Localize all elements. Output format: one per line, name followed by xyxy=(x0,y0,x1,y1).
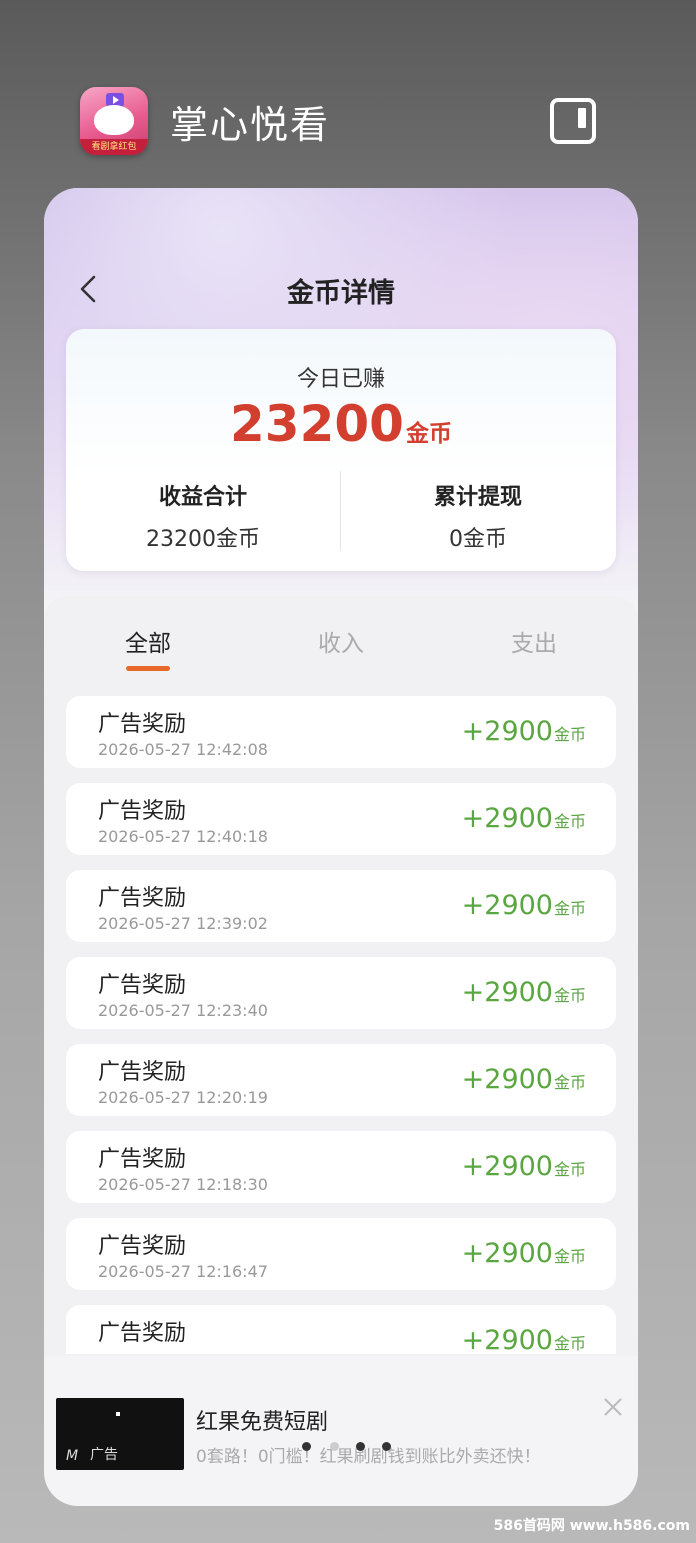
transaction-amount-value: +2900 xyxy=(461,716,553,747)
transaction-time: 2026-05-27 12:18:30 xyxy=(98,1175,268,1194)
transaction-row[interactable]: 广告奖励 2026-05-27 12:40:18 +2900金币 xyxy=(66,783,616,855)
pager-dot xyxy=(356,1442,365,1451)
transaction-amount-unit: 金币 xyxy=(553,812,586,831)
today-earned-number: 23200 xyxy=(230,395,404,453)
app-icon[interactable]: 看剧拿红包 xyxy=(80,87,148,155)
transaction-row[interactable]: 广告奖励 2026-05-27 12:18:30 +2900金币 xyxy=(66,1131,616,1203)
transaction-amount: +2900金币 xyxy=(462,890,586,921)
transactions-panel: 全部 收入 支出 广告奖励 2026-05-27 12:42:08 +2900金… xyxy=(44,596,638,1356)
transaction-amount-unit: 金币 xyxy=(553,1073,586,1092)
transaction-amount-unit: 金币 xyxy=(553,1160,586,1179)
transaction-amount-unit: 金币 xyxy=(553,899,586,918)
transaction-amount: +2900金币 xyxy=(462,803,586,834)
tab-expense[interactable]: 支出 xyxy=(474,624,594,658)
transaction-time: 2026-05-27 12:23:40 xyxy=(98,1001,268,1020)
chevron-left-icon[interactable] xyxy=(74,274,104,304)
transaction-title: 广告奖励 xyxy=(98,1234,187,1259)
transaction-row[interactable]: 广告奖励 2026-05-27 12:42:08 +2900金币 xyxy=(66,696,616,768)
transaction-row[interactable]: 广告奖励 2026-05-27 12:39:02 +2900金币 xyxy=(66,870,616,942)
filter-tabs: 全部 收入 支出 xyxy=(44,624,638,684)
watermark: 586首码网 www.h586.com xyxy=(493,1518,690,1534)
ad-pager xyxy=(302,1442,392,1452)
transaction-time: 2026-05-27 12:20:19 xyxy=(98,1088,268,1107)
tab-all[interactable]: 全部 xyxy=(88,624,208,658)
transaction-amount-value: +2900 xyxy=(461,1325,553,1354)
total-earnings-label: 收益合计 xyxy=(158,485,247,510)
transaction-list[interactable]: 广告奖励 2026-05-27 12:42:08 +2900金币 广告奖励 20… xyxy=(66,696,616,1354)
transaction-amount-value: +2900 xyxy=(461,977,553,1008)
nav-bar: 金币详情 xyxy=(44,260,638,320)
total-withdrawn-value: 0金币 xyxy=(449,527,507,552)
transaction-amount: +2900金币 xyxy=(462,1064,586,1095)
window-icon[interactable] xyxy=(550,98,596,144)
transaction-title: 广告奖励 xyxy=(98,1060,187,1085)
close-icon[interactable] xyxy=(600,1394,626,1420)
transaction-amount-value: +2900 xyxy=(461,1151,553,1182)
transaction-amount-unit: 金币 xyxy=(553,986,586,1005)
today-earned-unit: 金币 xyxy=(405,421,452,447)
transaction-amount-value: +2900 xyxy=(461,890,553,921)
total-withdrawn-label: 累计提现 xyxy=(433,485,522,510)
ad-thumbnail-dot xyxy=(116,1412,120,1416)
ad-banner[interactable]: M 广告 红果免费短剧 0套路！0门槛！红果刷剧钱到账比外卖还快！ xyxy=(44,1370,638,1490)
transaction-title: 广告奖励 xyxy=(98,712,187,737)
transaction-amount-value: +2900 xyxy=(461,803,553,834)
ad-title: 红果免费短剧 xyxy=(196,1410,329,1435)
mascot-face xyxy=(94,105,134,135)
total-earnings-value: 23200金币 xyxy=(146,527,260,552)
transaction-title: 广告奖励 xyxy=(98,973,187,998)
transaction-amount-value: +2900 xyxy=(461,1064,553,1095)
transaction-amount: +2900金币 xyxy=(462,716,586,747)
transaction-amount-value: +2900 xyxy=(461,1238,553,1269)
ad-logo-icon: M xyxy=(66,1448,79,1464)
transaction-row[interactable]: 广告奖励 +2900金币 xyxy=(66,1305,616,1354)
transaction-amount-unit: 金币 xyxy=(553,725,586,744)
transaction-row[interactable]: 广告奖励 2026-05-27 12:23:40 +2900金币 xyxy=(66,957,616,1029)
transaction-time: 2026-05-27 12:40:18 xyxy=(98,827,268,846)
app-window-card[interactable]: 金币详情 今日已赚 23200金币 收益合计 23200金币 累计提现 0金币 … xyxy=(44,188,638,1506)
page-title: 金币详情 xyxy=(287,277,395,309)
ad-thumbnail[interactable]: M 广告 xyxy=(56,1398,184,1470)
total-withdrawn: 累计提现 0金币 xyxy=(341,479,615,553)
transaction-amount-unit: 金币 xyxy=(553,1334,586,1353)
app-name: 掌心悦看 xyxy=(170,102,331,147)
transaction-amount: +2900金币 xyxy=(462,1325,586,1354)
transaction-row[interactable]: 广告奖励 2026-05-27 12:20:19 +2900金币 xyxy=(66,1044,616,1116)
transaction-title: 广告奖励 xyxy=(98,1321,187,1346)
app-icon-badge: 看剧拿红包 xyxy=(80,139,148,155)
transaction-row[interactable]: 广告奖励 2026-05-27 12:16:47 +2900金币 xyxy=(66,1218,616,1290)
today-earned-label: 今日已赚 xyxy=(296,367,385,392)
tab-active-indicator xyxy=(126,666,170,671)
transaction-time: 2026-05-27 12:39:02 xyxy=(98,914,268,933)
earnings-summary: 今日已赚 23200金币 收益合计 23200金币 累计提现 0金币 xyxy=(66,329,616,571)
today-earned-value: 23200金币 xyxy=(66,395,616,453)
pager-dot xyxy=(330,1442,339,1451)
transaction-amount: +2900金币 xyxy=(462,1238,586,1269)
tab-income[interactable]: 收入 xyxy=(281,624,401,658)
transaction-title: 广告奖励 xyxy=(98,799,187,824)
transaction-time: 2026-05-27 12:42:08 xyxy=(98,740,268,759)
total-earnings: 收益合计 23200金币 xyxy=(66,479,340,553)
app-header: 看剧拿红包 掌心悦看 xyxy=(80,86,640,156)
pager-dot xyxy=(302,1442,311,1451)
transaction-amount: +2900金币 xyxy=(462,1151,586,1182)
transaction-title: 广告奖励 xyxy=(98,886,187,911)
transaction-title: 广告奖励 xyxy=(98,1147,187,1172)
pager-dot xyxy=(382,1442,391,1451)
transaction-amount-unit: 金币 xyxy=(553,1247,586,1266)
transaction-amount: +2900金币 xyxy=(462,977,586,1008)
ad-tag: 广告 xyxy=(90,1447,118,1463)
transaction-time: 2026-05-27 12:16:47 xyxy=(98,1262,268,1281)
